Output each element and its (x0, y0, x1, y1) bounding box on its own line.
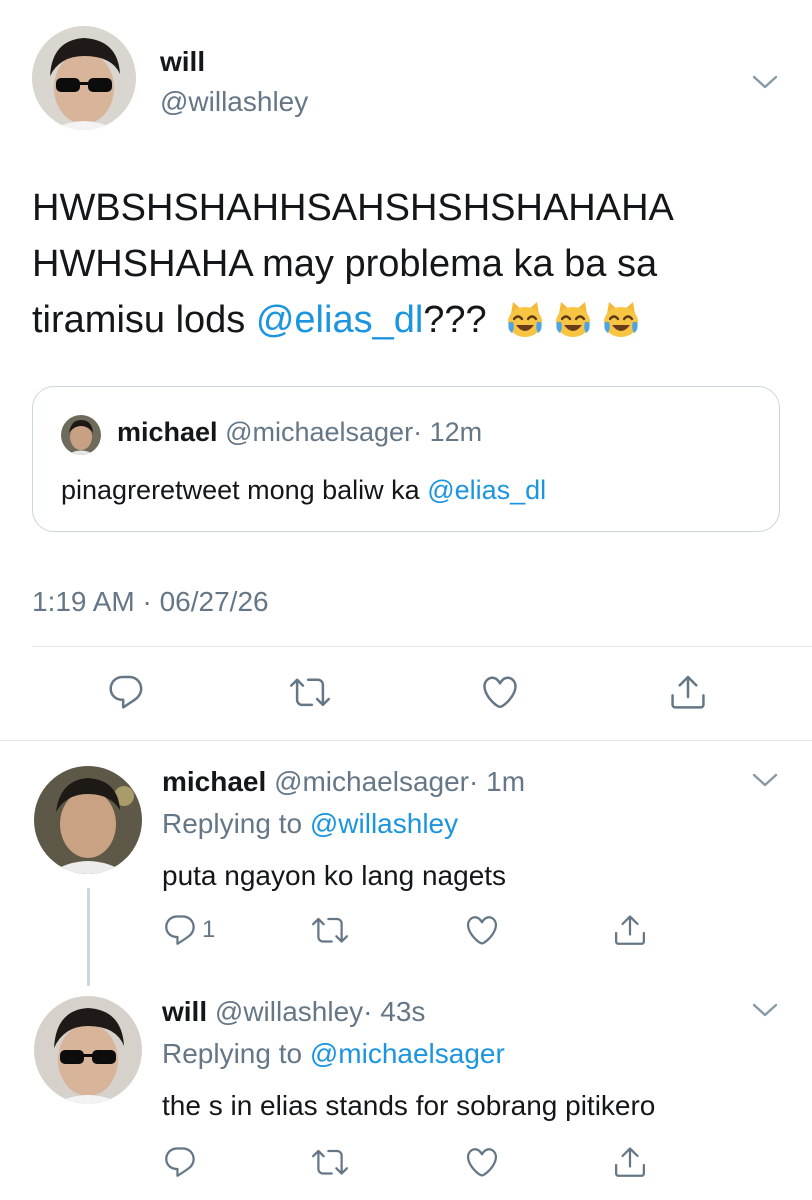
author-handle: @michaelsager (225, 417, 414, 447)
like-icon (466, 916, 498, 945)
share-icon (615, 915, 645, 945)
author-handle[interactable]: @willashley (215, 996, 363, 1027)
divider (0, 740, 812, 741)
tweet-text-segment: ??? (423, 299, 487, 341)
tweet-timestamp[interactable]: 1:19 AM · 06/27/26 (32, 586, 269, 618)
retweet-button[interactable] (290, 672, 330, 712)
tweet-text-line: HWHSHAHA may problema ka ba sa (32, 243, 658, 285)
author-handle[interactable]: @michaelsager (274, 766, 469, 797)
share-button[interactable] (668, 672, 708, 712)
tweet-text-line: tiramisu lods @elias_dl??? (32, 292, 792, 348)
avatar[interactable] (32, 26, 136, 130)
reply-header: will @willashley· 43s (162, 996, 425, 1028)
avatar (61, 415, 101, 455)
tweet-text-line: HWBSHSHAHHSAHSHSHSHAHAHA (32, 187, 674, 229)
share-icon (615, 1147, 645, 1177)
mention-link[interactable]: @michaelsager (310, 1038, 505, 1069)
reply-count: 1 (202, 916, 216, 943)
quoted-tweet-card[interactable]: michael @michaelsager· 12m pinagreretwee… (32, 386, 780, 532)
replying-to-label: Replying to (162, 808, 310, 839)
replying-to: Replying to @willashley (162, 808, 458, 840)
avatar[interactable] (34, 766, 142, 874)
reply-header: michael @michaelsager· 1m (162, 766, 525, 798)
divider (32, 646, 812, 647)
retweet-button[interactable] (312, 1144, 348, 1180)
reply-button[interactable] (106, 672, 146, 712)
quoted-tweet-text: pinagreretweet mong baliw ka @elias_dl (61, 475, 546, 506)
reply-text: puta ngayon ko lang nagets (162, 860, 507, 891)
retweet-icon (312, 1149, 348, 1175)
tweet-text-segment: tiramisu lods (32, 299, 256, 341)
author-name: michael (117, 417, 218, 447)
tweet-time: · 12m (413, 417, 483, 447)
reply-button[interactable]: 1 (162, 912, 215, 948)
like-icon (483, 676, 517, 709)
share-button[interactable] (612, 1144, 648, 1180)
retweet-button[interactable] (312, 912, 348, 948)
like-button[interactable] (464, 1144, 500, 1180)
tweet-text-segment: pinagreretweet mong baliw ka (61, 475, 428, 505)
joy-cat-emoji (508, 302, 543, 337)
share-icon (671, 675, 705, 709)
chevron-down-icon[interactable] (752, 1002, 778, 1018)
like-button[interactable] (464, 912, 500, 948)
author-name[interactable]: michael (162, 766, 266, 797)
share-button[interactable] (612, 912, 648, 948)
joy-cat-emoji (556, 302, 591, 337)
tweet-text: HWBSHSHAHHSAHSHSHSHAHAHA HWHSHAHA may pr… (32, 180, 792, 348)
joy-cat-emoji (604, 302, 639, 337)
retweet-icon (312, 917, 348, 943)
replying-to: Replying to @michaelsager (162, 1038, 505, 1070)
tweet-time: · 43s (363, 996, 426, 1027)
chevron-down-icon[interactable] (752, 74, 778, 90)
thread-line (87, 888, 90, 986)
reply-button[interactable] (162, 1144, 202, 1180)
mention-link[interactable]: @willashley (310, 808, 458, 839)
retweet-icon (290, 678, 330, 707)
author-name[interactable]: will (160, 46, 205, 78)
reply-icon (165, 1147, 195, 1177)
mention-link[interactable]: @elias_dl (427, 475, 546, 505)
mention-link[interactable]: @elias_dl (256, 299, 423, 341)
reply-icon (165, 915, 195, 945)
chevron-down-icon[interactable] (752, 772, 778, 788)
reply-text: the s in elias stands for sobrang pitike… (162, 1090, 656, 1121)
avatar[interactable] (34, 996, 142, 1104)
tweet-time: · 1m (469, 766, 526, 797)
author-name[interactable]: will (162, 996, 207, 1027)
like-icon (466, 1148, 498, 1177)
like-button[interactable] (480, 672, 520, 712)
reply-icon (109, 675, 143, 709)
quoted-tweet-header: michael @michaelsager· 12m (117, 417, 482, 448)
author-handle[interactable]: @willashley (160, 86, 308, 118)
replying-to-label: Replying to (162, 1038, 310, 1069)
